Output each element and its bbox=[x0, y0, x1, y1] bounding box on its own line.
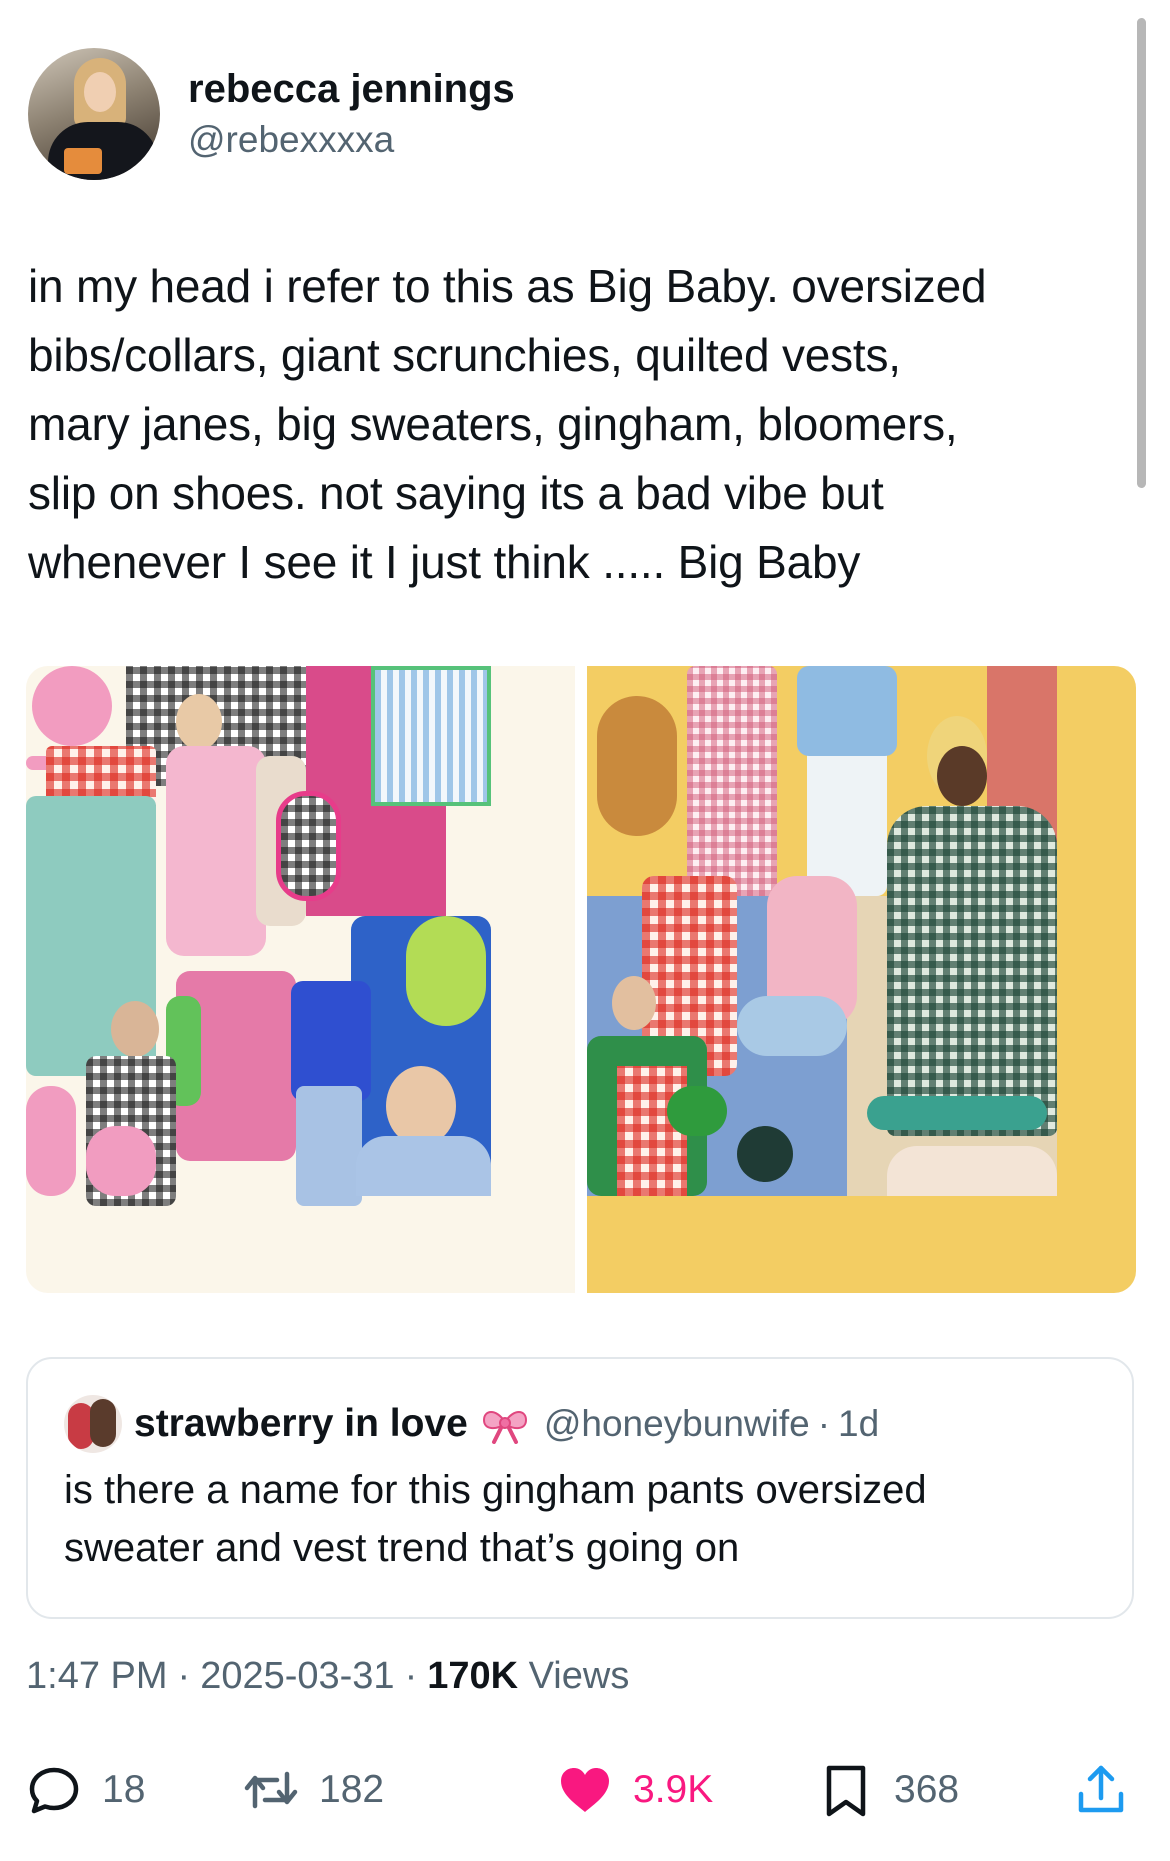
separator: · bbox=[404, 1655, 418, 1697]
share-button[interactable] bbox=[1073, 1758, 1129, 1822]
media-image-collage-right[interactable] bbox=[587, 666, 1136, 1293]
like-count: 3.9K bbox=[633, 1768, 714, 1811]
reply-icon bbox=[29, 1767, 79, 1814]
quoted-tweet-card[interactable]: strawberry in love @honeybunwife · 1d is… bbox=[26, 1357, 1134, 1619]
scrollbar[interactable] bbox=[1137, 18, 1146, 488]
bow-icon bbox=[482, 1411, 527, 1444]
views-count: 170K bbox=[427, 1655, 519, 1697]
tweet-metadata: 1:47 PM · 2025-03-31 · 170K Views bbox=[26, 1655, 629, 1698]
tweet-media bbox=[26, 666, 1136, 1293]
tweet-text: in my head i refer to this as Big Baby. … bbox=[28, 260, 987, 588]
bookmark-count: 368 bbox=[894, 1768, 960, 1811]
quoted-author-display-name: strawberry in love bbox=[134, 1402, 468, 1445]
author-avatar[interactable] bbox=[28, 48, 160, 180]
reply-count: 18 bbox=[102, 1768, 146, 1811]
separator: · bbox=[177, 1655, 191, 1697]
retweet-button[interactable]: 182 bbox=[243, 1758, 384, 1822]
retweet-count: 182 bbox=[319, 1768, 385, 1811]
separator: · bbox=[817, 1403, 831, 1444]
quoted-author-avatar[interactable] bbox=[64, 1395, 122, 1453]
tweet-author: rebecca jennings @rebexxxxa bbox=[28, 48, 515, 180]
tweet-actions: 18 182 3.9K 368 bbox=[0, 1758, 1170, 1822]
author-handle[interactable]: @rebexxxxa bbox=[188, 117, 515, 163]
media-image-collage-left[interactable] bbox=[26, 666, 575, 1293]
tweet-time[interactable]: 1:47 PM bbox=[26, 1655, 168, 1697]
bookmark-button[interactable]: 368 bbox=[818, 1758, 959, 1822]
quoted-tweet-time: 1d bbox=[838, 1403, 880, 1444]
retweet-icon bbox=[244, 1771, 298, 1809]
reply-button[interactable]: 18 bbox=[26, 1758, 145, 1822]
views-label: Views bbox=[528, 1655, 630, 1697]
share-icon bbox=[1078, 1765, 1124, 1813]
bookmark-icon bbox=[826, 1765, 866, 1817]
like-button[interactable]: 3.9K bbox=[557, 1758, 713, 1822]
quoted-author-handle: @honeybunwife bbox=[543, 1403, 810, 1444]
author-display-name[interactable]: rebecca jennings bbox=[188, 65, 515, 113]
tweet-date[interactable]: 2025-03-31 bbox=[200, 1655, 394, 1697]
quoted-tweet-text: is there a name for this gingham pants o… bbox=[64, 1468, 927, 1570]
heart-icon bbox=[561, 1768, 609, 1812]
